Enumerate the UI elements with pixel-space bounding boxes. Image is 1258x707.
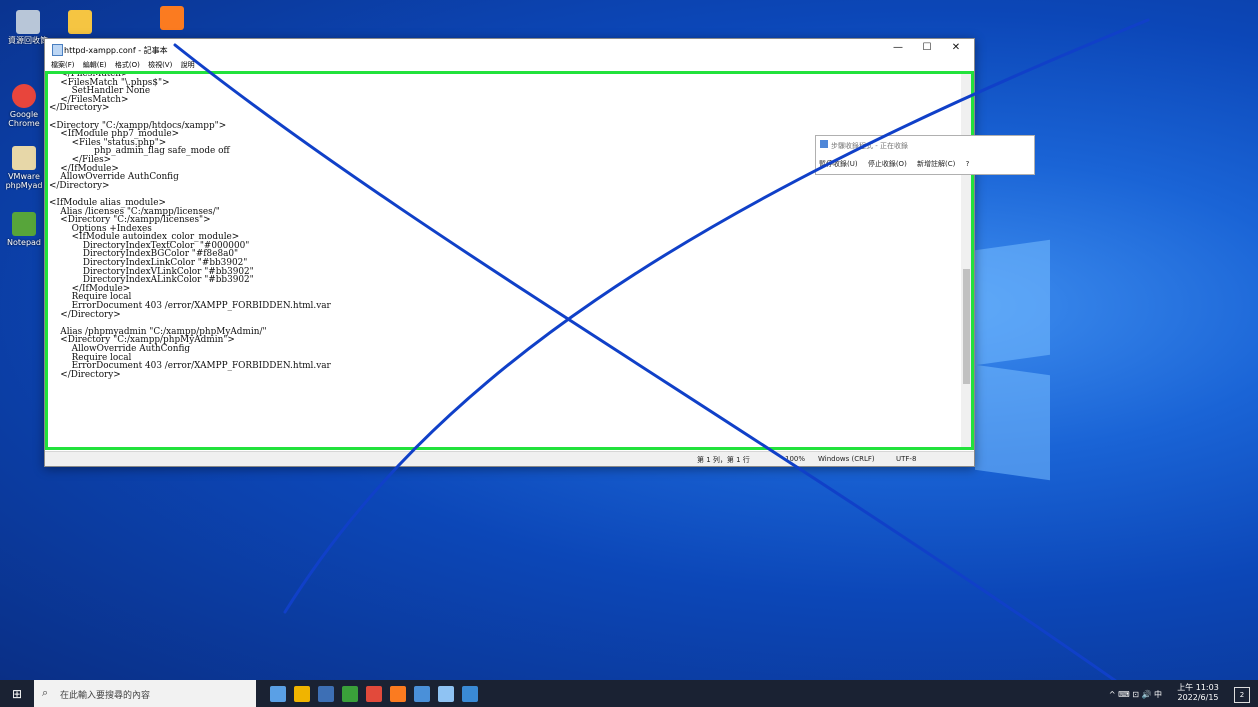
taskbar-app-icon[interactable] (414, 686, 430, 702)
annotation-stroke-arc (283, 18, 1150, 614)
taskbar-search-box[interactable]: ⌕ 在此輸入要搜尋的內容 (34, 680, 256, 707)
taskbar-app-icon[interactable] (342, 686, 358, 702)
taskbar-app-icon[interactable] (390, 686, 406, 702)
taskbar-app-icon[interactable] (318, 686, 334, 702)
taskbar-app-icon[interactable] (438, 686, 454, 702)
start-icon[interactable]: ⊞ (12, 687, 22, 701)
tray-icons[interactable]: ^ ⌨ ⊡ 🔊 中 (1109, 689, 1162, 700)
taskbar-app-icon[interactable] (366, 686, 382, 702)
taskbar-app-icon[interactable] (294, 686, 310, 702)
taskbar: ⊞ ⌕ 在此輸入要搜尋的內容 ^ ⌨ ⊡ 🔊 中 上午 11:03 2022/6… (0, 680, 1258, 707)
clock-time: 上午 11:03 (1177, 683, 1219, 692)
desktop: 資源回收筒 Google Chrome VMware phpMyad Notep… (0, 0, 1258, 680)
clock[interactable]: 上午 11:03 2022/6/15 (1168, 683, 1228, 703)
search-icon: ⌕ (42, 686, 49, 699)
annotation-overlay (173, 18, 1150, 680)
notification-center-icon[interactable]: 2 (1234, 687, 1250, 703)
taskbar-app-icon[interactable] (462, 686, 478, 702)
system-tray: ^ ⌨ ⊡ 🔊 中 上午 11:03 2022/6/15 2 (1080, 683, 1250, 707)
search-placeholder: 在此輸入要搜尋的內容 (60, 691, 151, 701)
taskbar-app-icon[interactable] (270, 686, 286, 702)
clock-date: 2022/6/15 (1177, 693, 1219, 702)
annotation-stroke-diagonal (173, 43, 1117, 680)
